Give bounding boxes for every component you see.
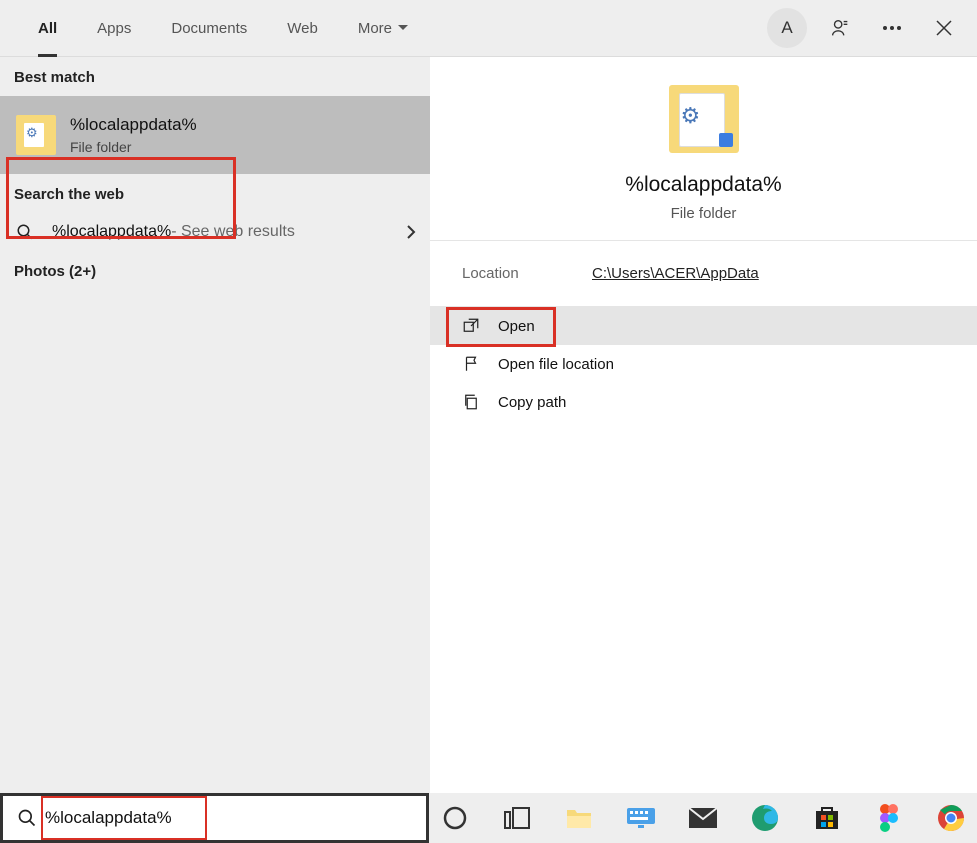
search-scope-tabs: All Apps Documents Web More xyxy=(18,0,767,57)
tab-apps[interactable]: Apps xyxy=(77,0,151,57)
cortana-icon[interactable] xyxy=(435,798,475,838)
avatar-initial: A xyxy=(781,18,792,38)
location-value[interactable]: C:\Users\ACER\AppData xyxy=(592,265,759,282)
copy-icon xyxy=(462,393,480,411)
tab-label: Documents xyxy=(171,20,247,37)
tab-all[interactable]: All xyxy=(18,0,77,57)
tab-label: More xyxy=(358,20,392,37)
main-area: Best match %localappdata% File folder Se… xyxy=(0,57,977,793)
search-web-header: Search the web xyxy=(0,174,430,213)
tab-web[interactable]: Web xyxy=(267,0,338,57)
best-match-title: %localappdata% xyxy=(70,115,197,135)
folder-icon xyxy=(16,115,56,155)
feedback-icon[interactable] xyxy=(821,9,859,47)
search-input[interactable] xyxy=(45,808,420,828)
search-icon xyxy=(17,808,37,828)
open-icon xyxy=(462,317,480,335)
tab-more[interactable]: More xyxy=(338,0,428,57)
action-label: Open xyxy=(498,318,535,335)
chevron-down-icon xyxy=(398,25,408,31)
search-icon xyxy=(16,223,34,241)
preview-subtitle: File folder xyxy=(430,205,977,222)
file-location-icon xyxy=(462,355,480,373)
web-search-result[interactable]: %localappdata% - See web results xyxy=(0,213,430,251)
web-result-query: %localappdata% xyxy=(52,223,171,241)
tab-documents[interactable]: Documents xyxy=(151,0,267,57)
actions-list: Open Open file location Copy path xyxy=(430,307,977,421)
action-open-file-location[interactable]: Open file location xyxy=(430,345,977,383)
user-avatar[interactable]: A xyxy=(767,8,807,48)
action-label: Copy path xyxy=(498,394,566,411)
action-copy-path[interactable]: Copy path xyxy=(430,383,977,421)
bottom-row xyxy=(0,793,977,843)
best-match-subtitle: File folder xyxy=(70,139,197,155)
tab-label: All xyxy=(38,20,57,37)
more-options-icon[interactable] xyxy=(873,9,911,47)
search-box[interactable] xyxy=(0,793,429,843)
action-open[interactable]: Open xyxy=(430,307,977,345)
best-match-text: %localappdata% File folder xyxy=(70,115,197,155)
topbar-right: A xyxy=(767,8,963,48)
task-view-icon[interactable] xyxy=(497,798,537,838)
photos-header[interactable]: Photos (2+) xyxy=(0,251,430,290)
tab-label: Apps xyxy=(97,20,131,37)
taskbar xyxy=(429,793,977,843)
microsoft-store-icon[interactable] xyxy=(807,798,847,838)
chevron-right-icon xyxy=(406,224,416,240)
tab-label: Web xyxy=(287,20,318,37)
figma-icon[interactable] xyxy=(869,798,909,838)
preview-header: %localappdata% File folder xyxy=(430,57,977,241)
location-label: Location xyxy=(462,265,592,282)
results-left-column: Best match %localappdata% File folder Se… xyxy=(0,57,430,793)
search-topbar: All Apps Documents Web More A xyxy=(0,0,977,57)
preview-right-column: %localappdata% File folder Location C:\U… xyxy=(430,57,977,793)
folder-large-icon xyxy=(669,85,739,153)
location-row: Location C:\Users\ACER\AppData xyxy=(430,241,977,307)
action-label: Open file location xyxy=(498,356,614,373)
web-result-suffix: - See web results xyxy=(171,223,295,241)
best-match-header: Best match xyxy=(0,57,430,96)
onscreen-keyboard-icon[interactable] xyxy=(621,798,661,838)
mail-icon[interactable] xyxy=(683,798,723,838)
chrome-icon[interactable] xyxy=(931,798,971,838)
edge-icon[interactable] xyxy=(745,798,785,838)
best-match-result[interactable]: %localappdata% File folder xyxy=(0,96,430,174)
close-icon[interactable] xyxy=(925,9,963,47)
file-explorer-icon[interactable] xyxy=(559,798,599,838)
preview-title: %localappdata% xyxy=(430,173,977,197)
